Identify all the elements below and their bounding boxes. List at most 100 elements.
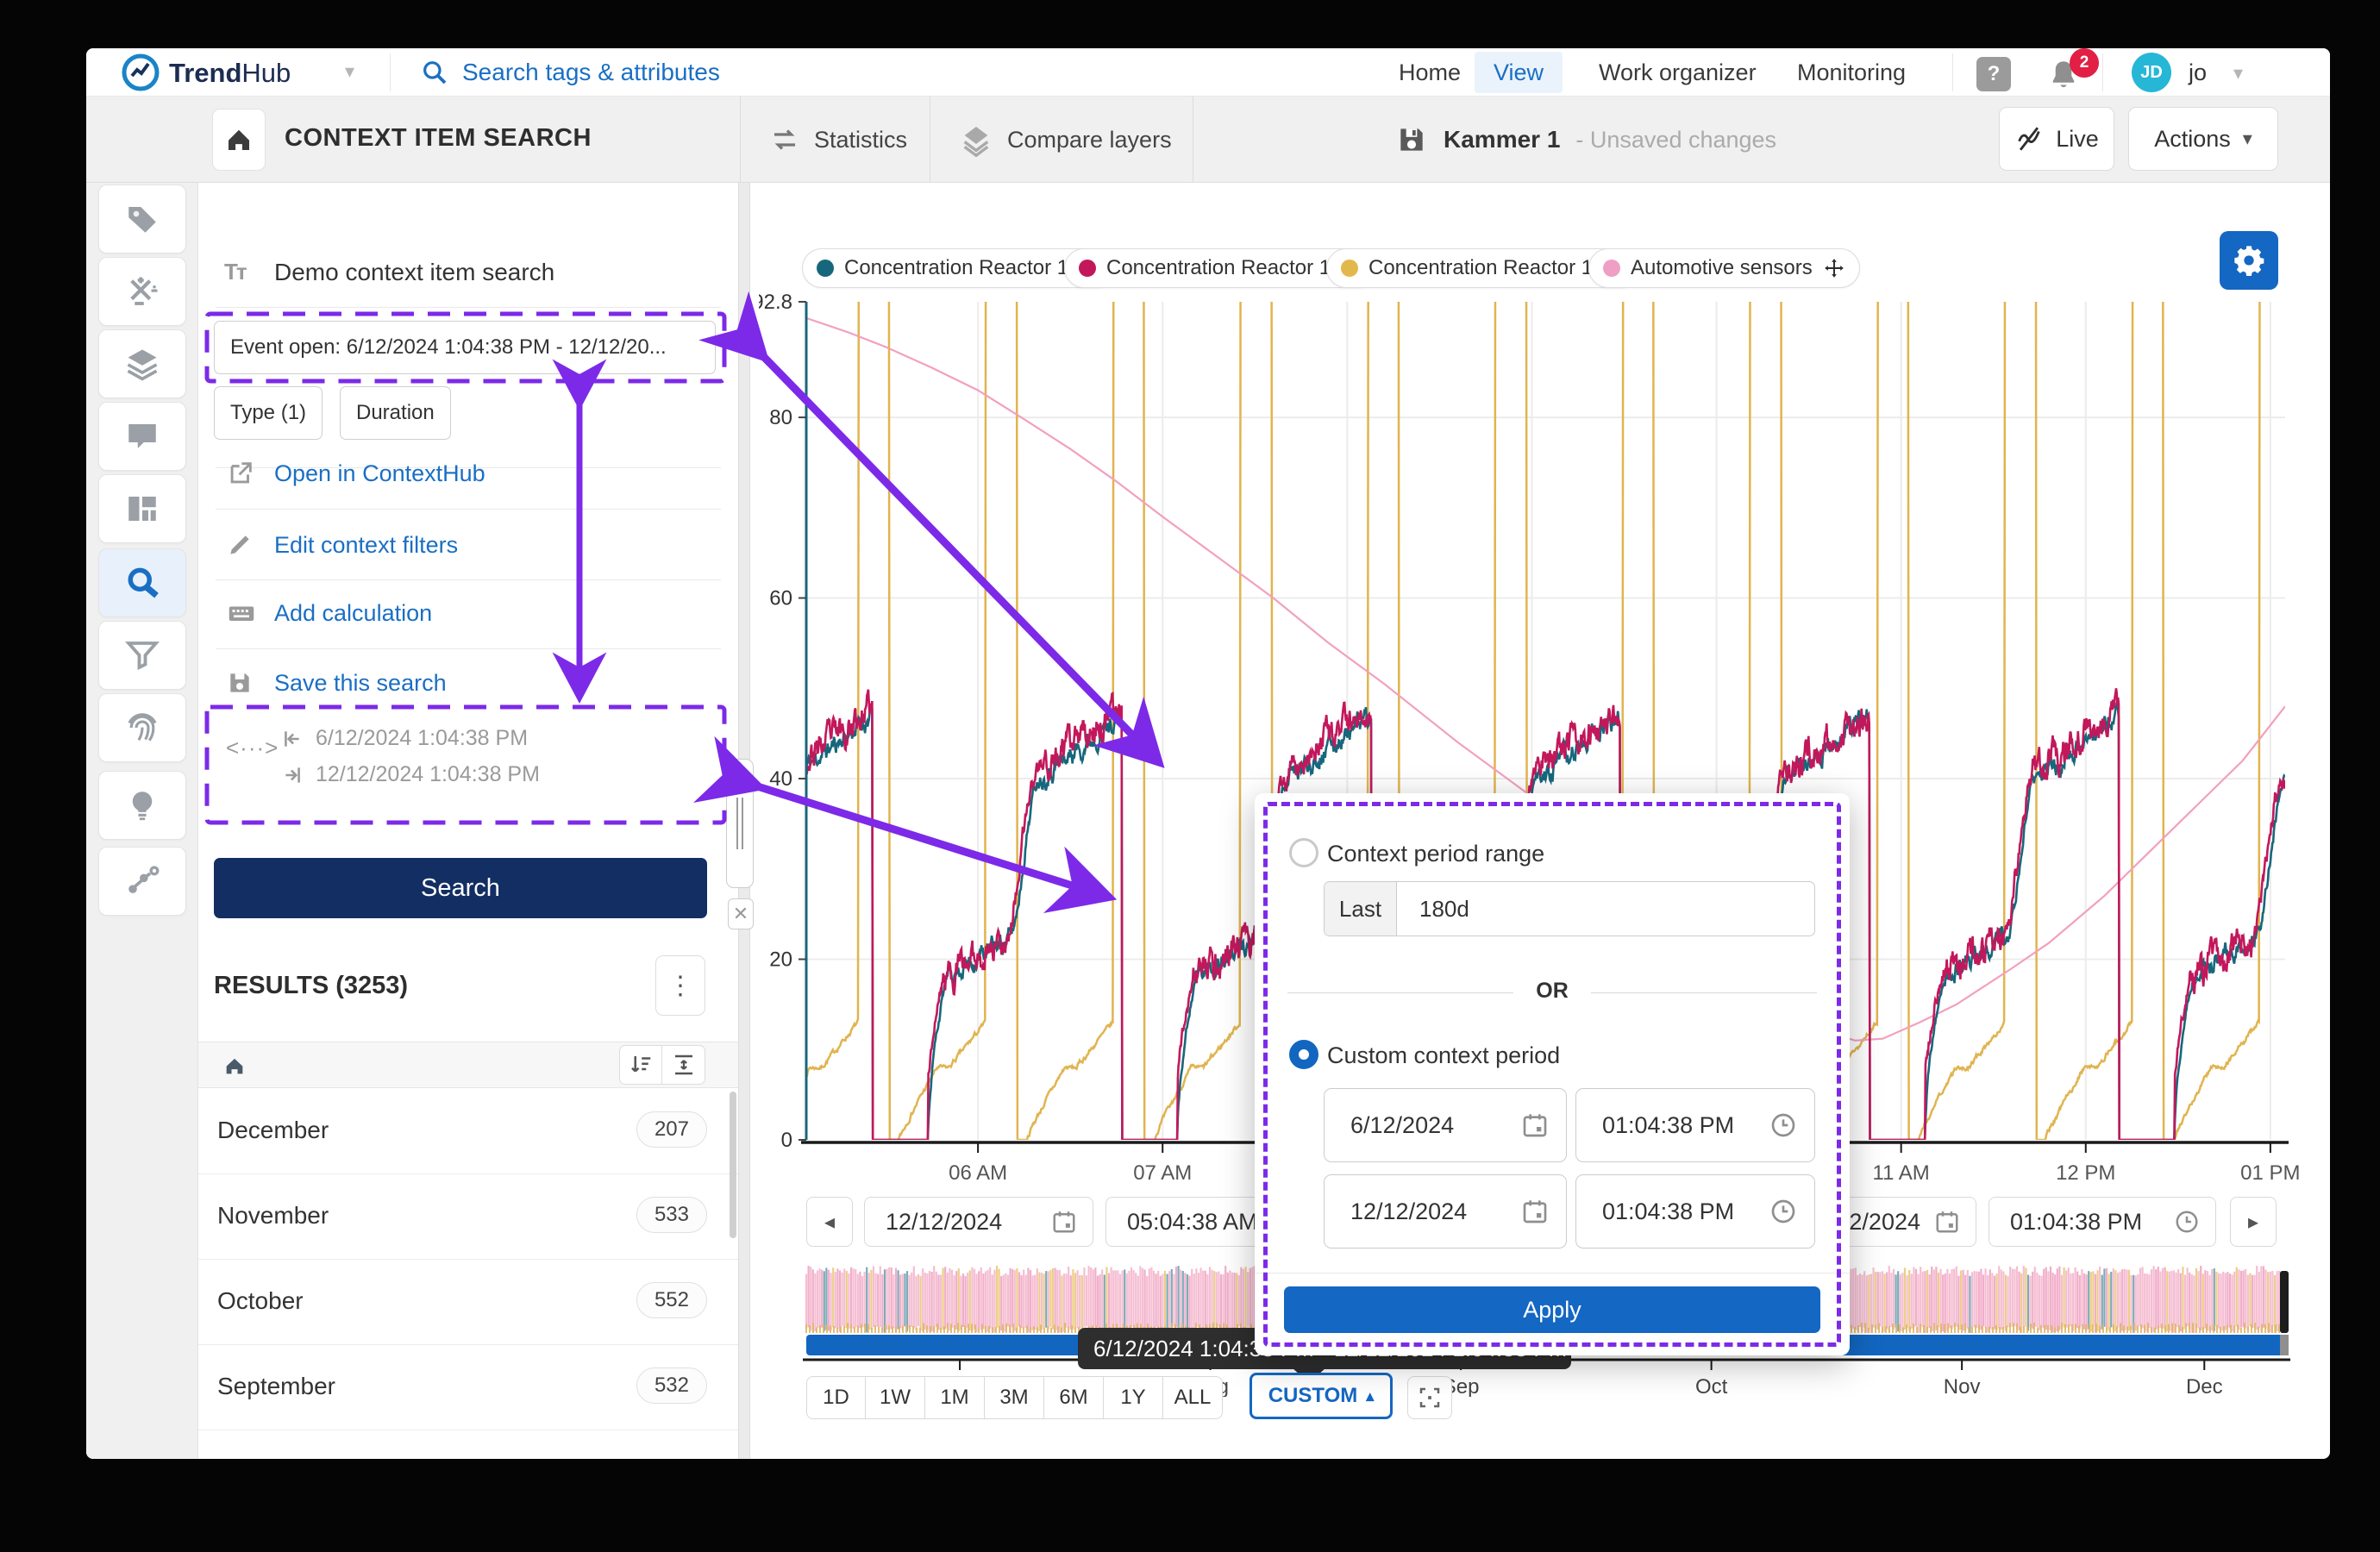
type-filter-chip[interactable]: Type (1) <box>214 386 323 440</box>
chevron-up-icon: ▴ <box>1366 1387 1374 1405</box>
range-1y-button[interactable]: 1Y <box>1104 1376 1163 1419</box>
result-label: September <box>217 1373 335 1400</box>
result-row-december[interactable]: December 207 <box>198 1089 738 1174</box>
sort-desc-icon <box>628 1052 654 1078</box>
calendar-icon <box>1521 1198 1549 1225</box>
result-row-november[interactable]: November 533 <box>198 1174 738 1260</box>
nav-home[interactable]: Home <box>1380 48 1480 97</box>
range-3m-button[interactable]: 3M <box>985 1376 1044 1419</box>
context-search-name[interactable]: Demo context item search <box>274 259 554 286</box>
context-search-panel: Tт Demo context item search Event open: … <box>198 183 738 1459</box>
range-custom-button[interactable]: CUSTOM ▴ <box>1250 1373 1393 1419</box>
results-menu-button[interactable]: ⋮ <box>655 955 705 1016</box>
home-button[interactable] <box>212 109 266 171</box>
open-in-contexthub-link[interactable]: Open in ContextHub <box>198 454 738 493</box>
help-button[interactable]: ? <box>1976 57 2011 91</box>
sidebar-item-filter[interactable] <box>98 621 186 690</box>
pan-left-button[interactable]: ◂ <box>806 1197 853 1247</box>
period-start[interactable]: 6/12/2024 1:04:38 PM <box>281 726 528 751</box>
clock-icon <box>1769 1198 1797 1225</box>
edit-context-filters-link[interactable]: Edit context filters <box>198 525 738 565</box>
range-1d-button[interactable]: 1D <box>806 1376 866 1419</box>
divider <box>1952 53 1953 91</box>
range-1w-button[interactable]: 1W <box>866 1376 925 1419</box>
period-start-value: 6/12/2024 1:04:38 PM <box>316 726 528 751</box>
keyboard-icon <box>226 598 257 629</box>
range-1m-button[interactable]: 1M <box>925 1376 985 1419</box>
sidebar-item-network[interactable] <box>98 847 186 916</box>
custom-end-time-field[interactable]: 01:04:38 PM <box>1575 1174 1815 1248</box>
legend-label: Concentration Reactor 1 <box>1368 256 1593 280</box>
sidebar-item-lightbulb[interactable] <box>98 771 186 840</box>
nav-work-organizer[interactable]: Work organizer <box>1580 48 1776 97</box>
live-button[interactable]: Live <box>1999 107 2114 171</box>
compare-layers-button[interactable]: Compare layers <box>959 97 1172 183</box>
logo-chevron-down-icon[interactable]: ▾ <box>345 60 354 83</box>
sidebar-item-search[interactable] <box>98 548 186 617</box>
sidebar-item-fingerprint[interactable] <box>98 693 186 762</box>
date-value: 12/12/2024 <box>1350 1198 1467 1225</box>
pan-right-button[interactable]: ▸ <box>2230 1197 2277 1247</box>
series-color-dot <box>1341 260 1358 277</box>
save-this-search-link[interactable]: Save this search <box>198 663 738 703</box>
last-duration-input[interactable]: Last 180d <box>1324 881 1815 936</box>
sidebar-item-formula[interactable] <box>98 257 186 326</box>
search-button[interactable]: Search <box>214 858 707 918</box>
result-row-october[interactable]: October 552 <box>198 1260 738 1345</box>
view-end-time-field[interactable]: 01:04:38 PM <box>1989 1197 2216 1247</box>
divider <box>740 97 741 183</box>
actions-button[interactable]: Actions ▾ <box>2128 107 2278 171</box>
statistics-button[interactable]: Statistics <box>769 97 907 183</box>
user-chevron-down-icon[interactable]: ▾ <box>2233 62 2243 84</box>
nav-view[interactable]: View <box>1475 52 1563 93</box>
sidebar-item-layers[interactable] <box>98 329 186 398</box>
nav-monitoring[interactable]: Monitoring <box>1778 48 1925 97</box>
app-logo-text[interactable]: TrendHub <box>169 58 291 89</box>
legend-pill-automotive-sensors[interactable]: Automotive sensors <box>1588 248 1860 288</box>
calendar-icon <box>1521 1111 1549 1139</box>
chart-settings-button[interactable] <box>2220 231 2278 290</box>
divider <box>1255 1273 1850 1274</box>
svg-text:40: 40 <box>769 767 792 791</box>
global-search-input[interactable]: Search tags & attributes <box>421 59 720 86</box>
divider <box>2102 53 2103 91</box>
username[interactable]: jo <box>2189 59 2207 86</box>
event-filter-chip[interactable]: Event open: 6/12/2024 1:04:38 PM - 12/12… <box>214 321 716 374</box>
sidebar-item-tag[interactable] <box>98 185 186 253</box>
sort-descending-button[interactable] <box>620 1046 662 1084</box>
range-all-button[interactable]: ALL <box>1163 1376 1223 1419</box>
save-icon[interactable] <box>1395 123 1428 156</box>
custom-context-period-radio[interactable] <box>1289 1040 1318 1069</box>
panel-close-button[interactable]: ✕ <box>728 898 754 929</box>
avatar[interactable]: JD <box>2132 53 2171 92</box>
statistics-label: Statistics <box>814 127 907 153</box>
collapse-rows-button[interactable] <box>662 1046 705 1084</box>
apply-button[interactable]: Apply <box>1284 1286 1820 1333</box>
result-count-badge: 552 <box>636 1282 707 1318</box>
panel-resize-handle[interactable] <box>726 759 754 888</box>
time-range-buttons: 1D 1W 1M 3M 6M 1Y ALL <box>806 1376 1223 1419</box>
network-icon <box>123 862 161 900</box>
result-row-september[interactable]: September 532 <box>198 1345 738 1430</box>
add-calculation-link[interactable]: Add calculation <box>198 593 738 633</box>
context-period-range-radio[interactable] <box>1289 838 1318 867</box>
sidebar-item-comment[interactable] <box>98 402 186 471</box>
reset-zoom-button[interactable] <box>1407 1376 1452 1419</box>
result-label: October <box>217 1287 304 1315</box>
external-link-icon <box>226 459 255 488</box>
swap-arrows-icon <box>769 124 800 155</box>
move-icon[interactable] <box>1823 257 1845 279</box>
period-end[interactable]: 12/12/2024 1:04:38 PM <box>281 762 540 787</box>
range-6m-button[interactable]: 6M <box>1044 1376 1104 1419</box>
clock-icon <box>2174 1209 2200 1235</box>
sidebar-item-dashboard[interactable] <box>98 474 186 543</box>
time-value: 01:04:38 PM <box>1602 1198 1734 1225</box>
custom-start-date-field[interactable]: 6/12/2024 <box>1324 1088 1567 1162</box>
live-signal-off-icon <box>2014 124 2044 153</box>
duration-filter-chip[interactable]: Duration <box>340 386 451 440</box>
custom-end-date-field[interactable]: 12/12/2024 <box>1324 1174 1567 1248</box>
custom-label: CUSTOM <box>1268 1384 1358 1408</box>
results-scrollbar[interactable] <box>730 1092 736 1238</box>
view-start-date-field[interactable]: 12/12/2024 <box>864 1197 1093 1247</box>
custom-start-time-field[interactable]: 01:04:38 PM <box>1575 1088 1815 1162</box>
